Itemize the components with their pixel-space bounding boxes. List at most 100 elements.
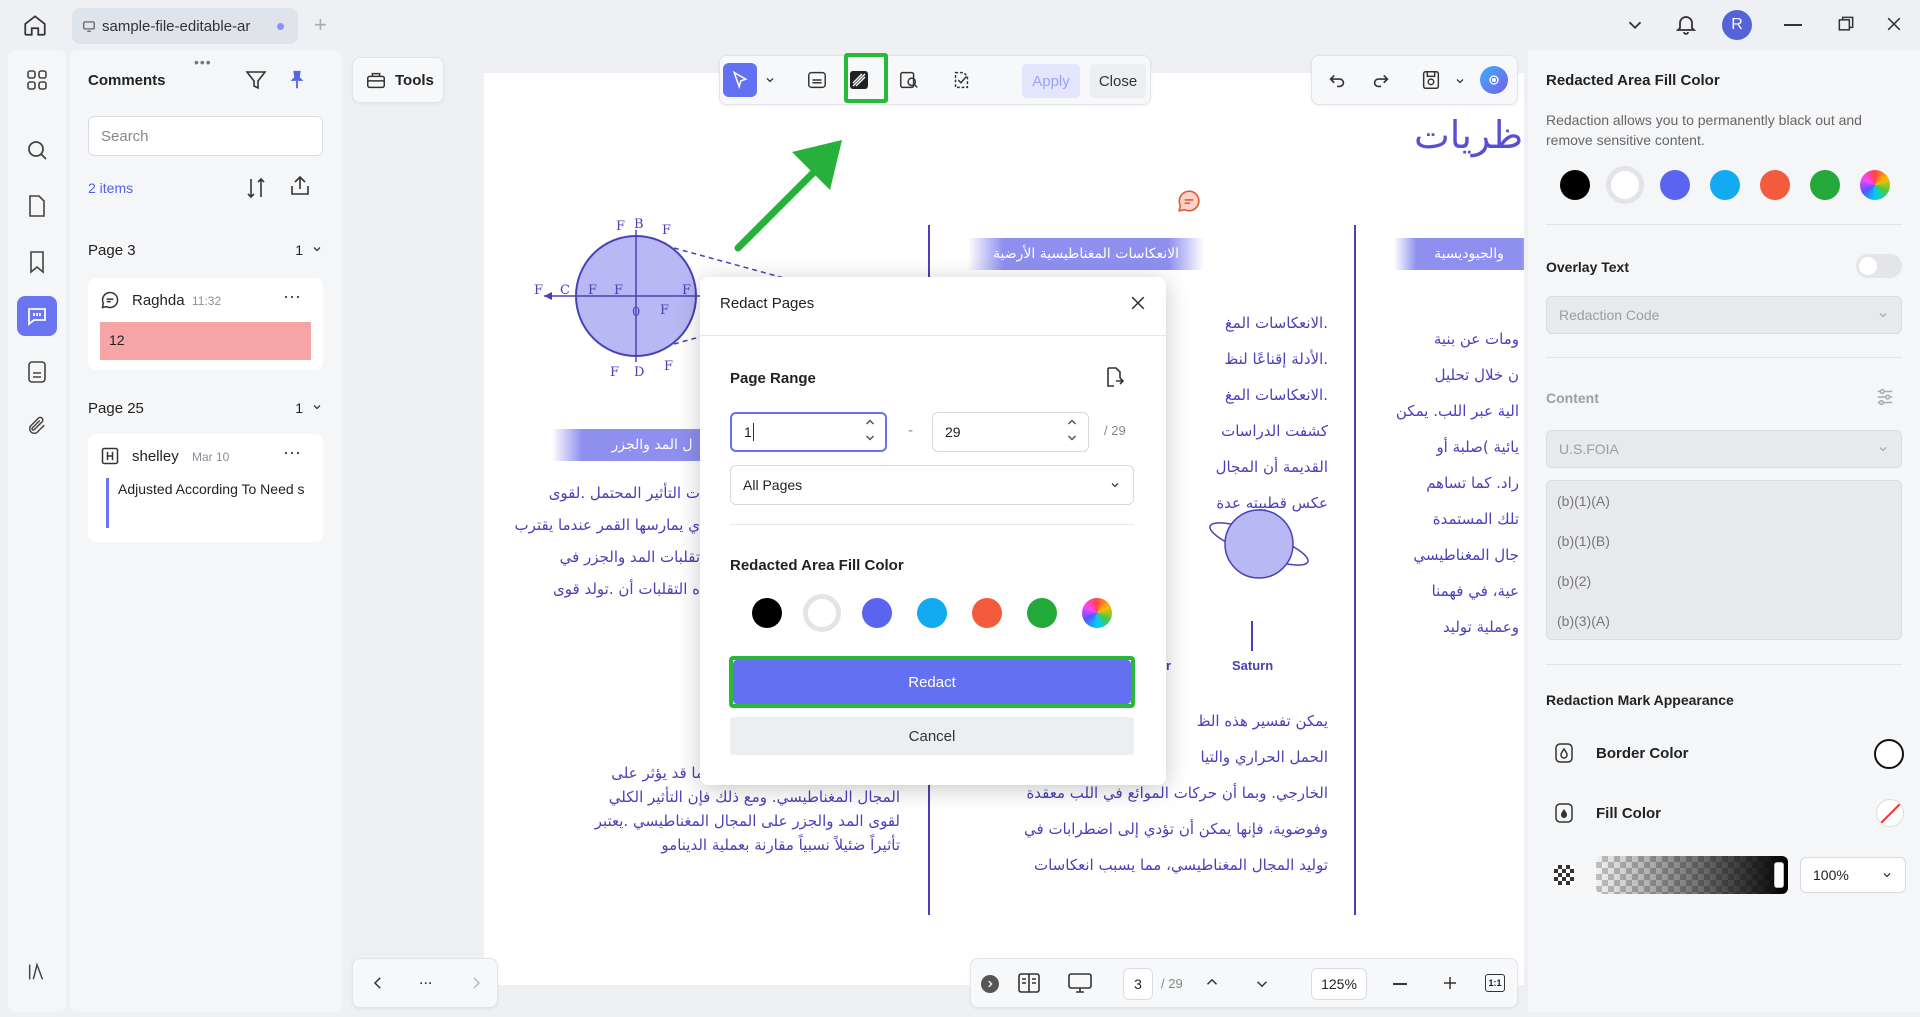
redaction-code-item[interactable]: (b)(1)(A) xyxy=(1557,493,1610,509)
prev-icon[interactable] xyxy=(369,974,387,992)
items-count-link[interactable]: 2 items xyxy=(88,180,133,196)
close-redact-button[interactable]: Close xyxy=(1090,64,1146,98)
color-swatch-custom[interactable] xyxy=(1082,598,1112,628)
close-window-icon[interactable] xyxy=(1884,14,1904,34)
chevron-down-icon[interactable] xyxy=(1454,75,1466,87)
color-swatch-cyan[interactable] xyxy=(917,598,947,628)
chevron-down-icon[interactable] xyxy=(764,74,776,86)
dialog-close-icon[interactable] xyxy=(1128,293,1148,313)
form-icon[interactable] xyxy=(17,352,57,392)
color-swatch-orange[interactable] xyxy=(1760,170,1790,200)
overlay-text-select[interactable]: Redaction Code xyxy=(1546,296,1902,334)
page-up-icon[interactable] xyxy=(1203,973,1221,991)
fill-color-label: Redacted Area Fill Color xyxy=(730,557,904,574)
search-icon[interactable] xyxy=(17,130,57,170)
color-swatch-blue[interactable] xyxy=(862,598,892,628)
fill-none-swatch[interactable] xyxy=(1876,799,1904,827)
page-layout-icon[interactable] xyxy=(1017,972,1041,994)
bookmark-icon[interactable] xyxy=(17,242,57,282)
color-swatch-green[interactable] xyxy=(1810,170,1840,200)
redaction-code-item[interactable]: (b)(2) xyxy=(1557,573,1591,589)
next-icon[interactable] xyxy=(467,974,485,992)
restore-icon[interactable] xyxy=(1836,14,1856,34)
save-icon[interactable] xyxy=(1420,69,1442,91)
opacity-slider-thumb[interactable] xyxy=(1774,862,1784,888)
bell-icon[interactable] xyxy=(1674,12,1698,36)
page-swap-icon[interactable] xyxy=(1102,365,1126,389)
color-swatch-white[interactable] xyxy=(1606,166,1644,204)
zoom-in-icon[interactable] xyxy=(1441,974,1459,992)
color-swatch-black[interactable] xyxy=(752,598,782,628)
avatar[interactable]: R xyxy=(1722,10,1752,40)
more-icon[interactable]: ... xyxy=(419,971,432,989)
page-group-header[interactable]: Page 25 1 xyxy=(88,400,323,417)
comment-marker-icon[interactable] xyxy=(1176,188,1202,214)
color-swatch-cyan[interactable] xyxy=(1710,170,1740,200)
page-group-header[interactable]: Page 3 1 xyxy=(88,242,323,259)
actual-size-icon[interactable]: 1:1 xyxy=(1485,974,1505,992)
opacity-select[interactable]: 100% xyxy=(1800,857,1906,893)
color-swatch-white[interactable] xyxy=(803,594,841,632)
planet-label: r xyxy=(1166,658,1172,673)
more-options-icon[interactable]: ··· xyxy=(283,286,301,307)
undo-icon[interactable] xyxy=(1326,69,1348,91)
home-icon[interactable] xyxy=(22,12,48,38)
current-page-input[interactable]: 3 xyxy=(1123,968,1153,1000)
redo-icon[interactable] xyxy=(1370,69,1392,91)
comments-icon[interactable] xyxy=(17,296,57,336)
minimize-icon[interactable] xyxy=(1784,24,1802,26)
document-tab-title: sample-file-editable-ar xyxy=(102,17,251,35)
new-tab-icon[interactable]: + xyxy=(314,14,327,36)
redaction-code-item[interactable]: (b)(1)(B) xyxy=(1557,533,1610,549)
zoom-out-icon[interactable] xyxy=(1393,983,1407,985)
redact-tool-button[interactable] xyxy=(944,63,978,97)
text-caret xyxy=(752,423,754,441)
zoom-level-input[interactable]: 125% xyxy=(1311,968,1367,1000)
page-subset-select[interactable]: All Pages xyxy=(730,465,1134,505)
filter-icon[interactable] xyxy=(244,68,268,92)
opacity-slider[interactable] xyxy=(1596,856,1788,894)
color-swatch-green[interactable] xyxy=(1027,598,1057,628)
stepper-down-icon[interactable] xyxy=(1066,433,1078,443)
thumbnails-icon[interactable] xyxy=(17,60,57,100)
stepper-up-icon[interactable] xyxy=(1066,417,1078,427)
pin-icon[interactable] xyxy=(286,68,308,92)
panel-divider xyxy=(1546,664,1902,665)
cancel-button[interactable]: Cancel xyxy=(730,717,1134,755)
stepper-up-icon[interactable] xyxy=(864,417,876,427)
presentation-icon[interactable] xyxy=(1067,972,1093,994)
redact-button[interactable]: Redact xyxy=(733,660,1131,704)
ai-assistant-icon[interactable] xyxy=(1480,66,1508,94)
overlay-text-toggle[interactable] xyxy=(1856,254,1902,278)
chevron-down-icon[interactable] xyxy=(1624,14,1646,36)
more-options-icon[interactable]: ··· xyxy=(283,442,301,463)
sidebar-toggle-icon[interactable] xyxy=(17,952,57,992)
border-color-swatch[interactable] xyxy=(1874,739,1904,769)
color-swatch-custom[interactable] xyxy=(1860,170,1890,200)
export-icon[interactable] xyxy=(288,174,312,198)
page-icon[interactable] xyxy=(17,186,57,226)
tools-button[interactable]: Tools xyxy=(352,57,444,103)
sort-icon[interactable] xyxy=(244,176,268,200)
attachment-icon[interactable] xyxy=(17,406,57,446)
stepper-down-icon[interactable] xyxy=(864,433,876,443)
collapse-arrow-icon[interactable] xyxy=(981,975,999,993)
comments-search-input[interactable]: Search xyxy=(88,116,323,156)
comment-card[interactable]: shelley Mar 10 ··· Adjusted According To… xyxy=(88,434,323,542)
page-down-icon[interactable] xyxy=(1253,975,1271,993)
sliders-icon[interactable] xyxy=(1874,386,1896,408)
comment-card[interactable]: Raghda 11:32 ··· 12 xyxy=(88,278,323,370)
panel-drag-handle[interactable]: ••• xyxy=(194,54,212,70)
tools-label: Tools xyxy=(395,71,434,89)
title-bar: sample-file-editable-ar + R xyxy=(0,0,1920,50)
search-redact-button[interactable] xyxy=(892,63,926,97)
color-swatch-orange[interactable] xyxy=(972,598,1002,628)
color-swatch-black[interactable] xyxy=(1560,170,1590,200)
content-standard-select[interactable]: U.S.FOIA xyxy=(1546,430,1902,468)
document-tab[interactable]: sample-file-editable-ar xyxy=(72,8,298,44)
apply-button[interactable]: Apply xyxy=(1022,64,1080,98)
select-tool-button[interactable] xyxy=(723,63,757,97)
color-swatch-blue[interactable] xyxy=(1660,170,1690,200)
redact-text-image-button[interactable] xyxy=(800,63,834,97)
redaction-code-item[interactable]: (b)(3)(A) xyxy=(1557,613,1610,629)
